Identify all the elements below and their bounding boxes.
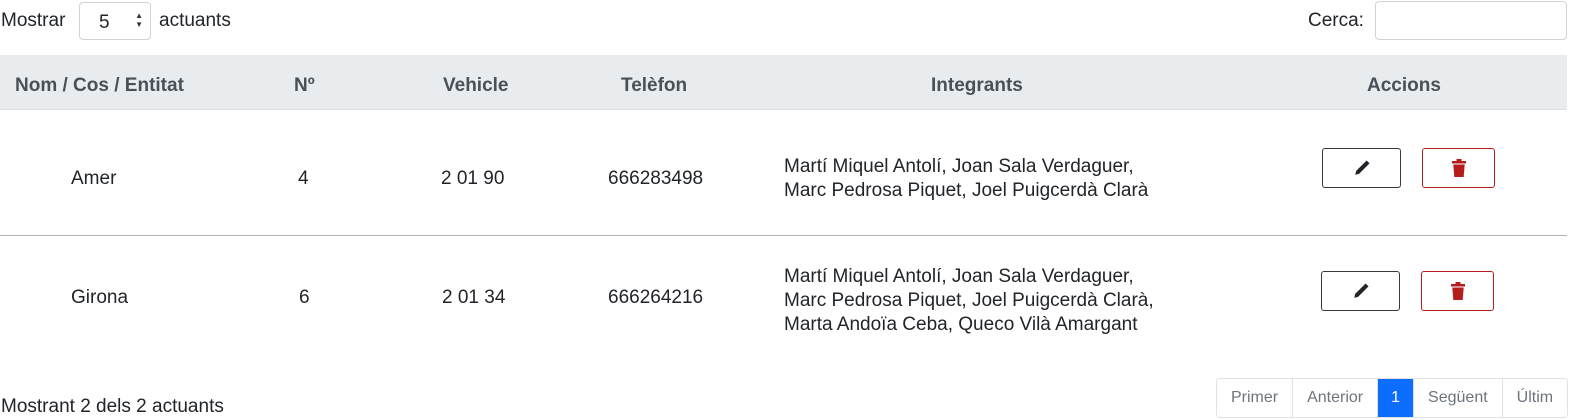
page-current-button[interactable]: 1 bbox=[1378, 379, 1415, 417]
member-line: Marc Pedrosa Piquet, Joel Puigcerdà Clar… bbox=[784, 290, 1154, 311]
cell-phone: 666283498 bbox=[608, 168, 704, 189]
edit-button[interactable] bbox=[1322, 148, 1401, 188]
page-next-button[interactable]: Següent bbox=[1414, 379, 1503, 417]
show-entries-label: Mostrar bbox=[1, 10, 66, 31]
cell-phone: 666264216 bbox=[608, 287, 704, 308]
column-header-number[interactable]: Nº bbox=[294, 75, 315, 97]
cell-name: Amer bbox=[71, 168, 117, 189]
select-arrows-icon: ▲ ▼ bbox=[135, 11, 143, 29]
page-last-button[interactable]: Últim bbox=[1502, 379, 1568, 417]
cell-members: Martí Miquel Antolí, Joan Sala Verdaguer… bbox=[784, 265, 1154, 337]
column-header-name[interactable]: Nom / Cos / Entitat bbox=[15, 75, 184, 97]
column-header-vehicle[interactable]: Vehicle bbox=[443, 75, 509, 97]
page-first-button[interactable]: Primer bbox=[1217, 379, 1294, 417]
search-input[interactable] bbox=[1375, 1, 1567, 40]
cell-number: 4 bbox=[298, 168, 309, 189]
member-line: Martí Miquel Antolí, Joan Sala Verdaguer… bbox=[784, 266, 1134, 287]
search-label: Cerca: bbox=[1308, 10, 1364, 31]
table-row: Girona 6 2 01 34 666264216 Martí Miquel … bbox=[0, 236, 1567, 360]
column-header-actions: Accions bbox=[1367, 75, 1441, 96]
pencil-icon bbox=[1354, 160, 1370, 175]
pencil-icon bbox=[1353, 283, 1369, 298]
column-header-phone[interactable]: Telèfon bbox=[621, 75, 687, 97]
cell-vehicle: 2 01 90 bbox=[441, 168, 505, 189]
table-row: Amer 4 2 01 90 666283498 Martí Miquel An… bbox=[0, 110, 1567, 236]
table-controls: Mostrar 5 ▲ ▼ actuants Cerca: bbox=[0, 0, 1570, 44]
member-line: Marc Pedrosa Piquet, Joel Puigcerdà Clar… bbox=[784, 180, 1149, 201]
table-header: Nom / Cos / Entitat Nº Vehicle Telèfon I… bbox=[0, 55, 1567, 110]
column-header-members[interactable]: Integrants bbox=[931, 75, 1023, 97]
member-line: Marta Andoïa Ceba, Queco Vilà Amargant bbox=[784, 314, 1138, 335]
delete-button[interactable] bbox=[1421, 271, 1494, 311]
edit-button[interactable] bbox=[1321, 271, 1400, 311]
cell-number: 6 bbox=[299, 287, 310, 308]
entries-per-page-value: 5 bbox=[99, 12, 110, 33]
member-line: Martí Miquel Antolí, Joan Sala Verdaguer… bbox=[784, 156, 1134, 177]
cell-vehicle: 2 01 34 bbox=[442, 287, 506, 308]
cell-members: Martí Miquel Antolí, Joan Sala Verdaguer… bbox=[784, 155, 1148, 203]
pagination: Primer Anterior 1 Següent Últim bbox=[1216, 378, 1569, 418]
page-previous-button[interactable]: Anterior bbox=[1293, 379, 1379, 417]
entries-per-page-select[interactable]: 5 ▲ ▼ bbox=[79, 2, 151, 40]
trash-icon bbox=[1450, 282, 1465, 300]
table-info: Mostrant 2 dels 2 actuants bbox=[1, 396, 224, 417]
delete-button[interactable] bbox=[1422, 148, 1495, 188]
trash-icon bbox=[1451, 159, 1466, 177]
cell-name: Girona bbox=[71, 287, 129, 308]
entries-unit-label: actuants bbox=[159, 10, 231, 31]
